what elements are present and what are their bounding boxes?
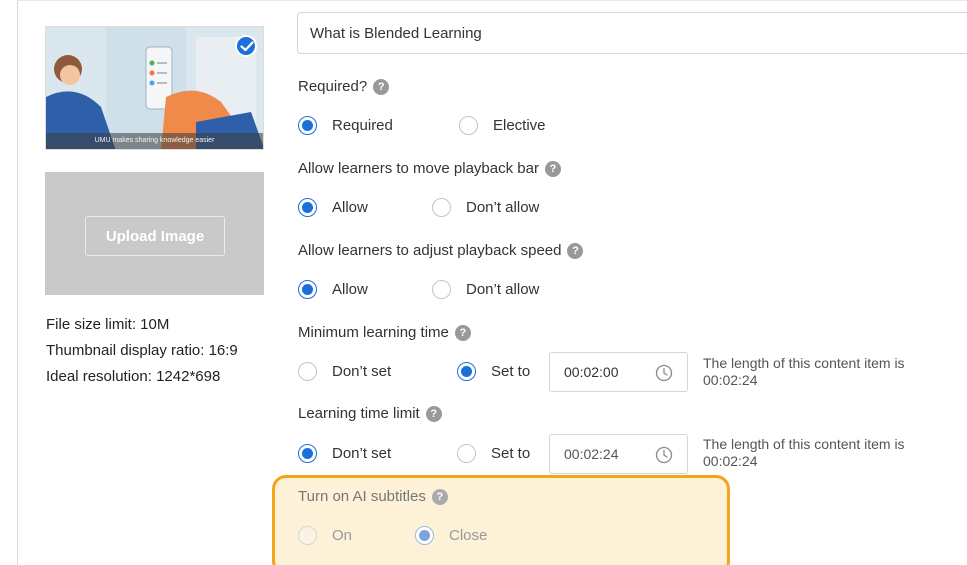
radio-circle[interactable]	[432, 280, 451, 299]
required-label-text: Required?	[298, 78, 368, 95]
note-text: The length of this content item is	[703, 355, 905, 371]
option-label: On	[332, 527, 353, 544]
time-limit-input[interactable]: 00:02:24	[549, 434, 688, 474]
radio-time-limit-dont-set[interactable]: Don’t set	[298, 444, 391, 463]
radio-circle[interactable]	[298, 198, 317, 217]
thumbnail-image[interactable]: UMU makes sharing knowledge easier	[45, 26, 264, 150]
help-icon[interactable]: ?	[454, 324, 471, 341]
option-label: Elective	[493, 117, 546, 134]
radio-elective[interactable]: Elective	[459, 116, 546, 135]
radio-min-time-set-to[interactable]: Set to	[457, 362, 530, 381]
radio-min-time-dont-set[interactable]: Don’t set	[298, 362, 391, 381]
left-border	[17, 0, 18, 565]
help-icon[interactable]: ?	[431, 488, 448, 505]
radio-playback-bar-allow[interactable]: Allow	[298, 198, 368, 217]
radio-circle[interactable]	[298, 280, 317, 299]
radio-playback-speed-allow[interactable]: Allow	[298, 280, 368, 299]
radio-circle[interactable]	[298, 362, 317, 381]
thumbnail-caption: UMU makes sharing knowledge easier	[94, 137, 215, 144]
learning-time-limit-label: Learning time limit ?	[298, 405, 442, 422]
min-time-input[interactable]: 00:02:00	[549, 352, 688, 392]
option-label: Set to	[491, 445, 531, 462]
option-label: Don’t set	[332, 445, 392, 462]
option-label: Don’t set	[332, 363, 392, 380]
top-border	[17, 0, 967, 1]
file-size-limit: File size limit: 10M	[46, 316, 170, 333]
note-duration: 00:02:24	[703, 453, 758, 469]
radio-circle[interactable]	[459, 116, 478, 135]
option-label: Allow	[332, 199, 368, 216]
radio-ai-subtitles-close[interactable]: Close	[415, 526, 487, 545]
ai-subtitles-label-text: Turn on AI subtitles	[298, 488, 426, 505]
upload-image-button[interactable]: Upload Image	[85, 216, 225, 256]
time-limit-content-length-note: The length of this content item is 00:02…	[703, 436, 905, 470]
help-icon[interactable]: ?	[425, 405, 442, 422]
clock-icon	[655, 446, 673, 464]
radio-circle[interactable]	[298, 444, 317, 463]
radio-circle[interactable]	[457, 362, 476, 381]
learning-time-limit-label-text: Learning time limit	[298, 405, 420, 422]
required-label: Required? ?	[298, 78, 390, 95]
radio-circle[interactable]	[298, 116, 317, 135]
thumbnail-ratio: Thumbnail display ratio: 16:9	[46, 342, 238, 359]
option-label: Don’t allow	[466, 199, 540, 216]
ideal-resolution: Ideal resolution: 1242*698	[46, 368, 221, 385]
note-text: The length of this content item is	[703, 436, 905, 452]
radio-playback-bar-dont-allow[interactable]: Don’t allow	[432, 198, 539, 217]
radio-ai-subtitles-on[interactable]: On	[298, 526, 352, 545]
min-time-value: 00:02:00	[564, 364, 619, 380]
radio-circle[interactable]	[432, 198, 451, 217]
title-input[interactable]	[297, 12, 967, 54]
option-label: Don’t allow	[466, 281, 540, 298]
thumbnail-illustration	[46, 27, 263, 149]
option-label: Required	[332, 117, 393, 134]
radio-circle[interactable]	[457, 444, 476, 463]
ai-subtitles-label: Turn on AI subtitles ?	[298, 488, 448, 505]
help-icon[interactable]: ?	[373, 78, 390, 95]
radio-circle[interactable]	[415, 526, 434, 545]
time-limit-value: 00:02:24	[564, 446, 619, 462]
selected-check-icon	[235, 35, 257, 57]
min-learning-time-label-text: Minimum learning time	[298, 324, 449, 341]
radio-circle[interactable]	[298, 526, 317, 545]
note-duration: 00:02:24	[703, 372, 758, 388]
radio-required[interactable]: Required	[298, 116, 393, 135]
help-icon[interactable]: ?	[544, 160, 561, 177]
radio-playback-speed-dont-allow[interactable]: Don’t allow	[432, 280, 539, 299]
help-icon[interactable]: ?	[567, 242, 584, 259]
upload-area: Upload Image	[45, 172, 264, 295]
min-time-content-length-note: The length of this content item is 00:02…	[703, 355, 905, 389]
playback-speed-label-text: Allow learners to adjust playback speed	[298, 242, 562, 259]
playback-speed-label: Allow learners to adjust playback speed …	[298, 242, 584, 259]
option-label: Close	[449, 527, 488, 544]
min-learning-time-label: Minimum learning time ?	[298, 324, 471, 341]
playback-bar-label: Allow learners to move playback bar ?	[298, 160, 561, 177]
clock-icon	[655, 364, 673, 382]
radio-time-limit-set-to[interactable]: Set to	[457, 444, 530, 463]
playback-bar-label-text: Allow learners to move playback bar	[298, 160, 539, 177]
option-label: Set to	[491, 363, 531, 380]
option-label: Allow	[332, 281, 368, 298]
